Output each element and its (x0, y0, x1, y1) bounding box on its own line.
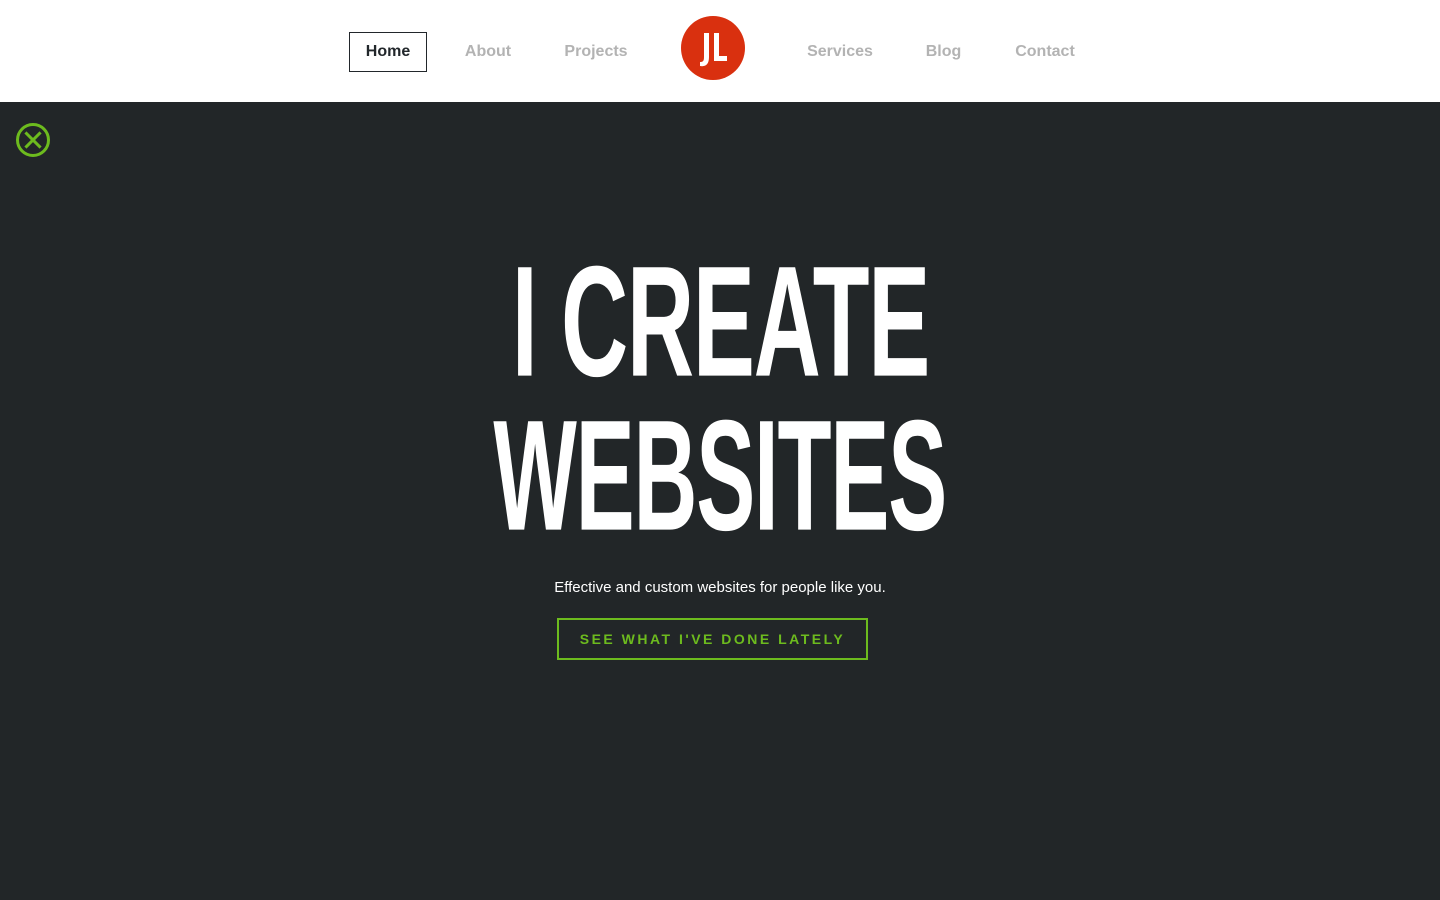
hero-headline-line-1: I CREATE (0, 233, 1440, 409)
hero-headline-line-2: WEBSITES (0, 387, 1440, 563)
nav-projects-link[interactable]: Projects (556, 32, 636, 72)
nav-contact-link[interactable]: Contact (1006, 32, 1084, 72)
nav-services-link[interactable]: Services (799, 32, 881, 72)
see-recent-work-button[interactable]: SEE WHAT I'VE DONE LATELY (557, 618, 868, 660)
nav-about-link[interactable]: About (455, 32, 521, 72)
headline-text-1: I CREATE (511, 232, 929, 410)
jl-logo[interactable] (681, 16, 745, 80)
jl-logo-icon (700, 33, 727, 67)
headline-text-2: WEBSITES (493, 386, 948, 564)
hero-tagline: Effective and custom websites for people… (554, 579, 886, 596)
nav-blog-link[interactable]: Blog (916, 32, 971, 72)
nav-home-link[interactable]: Home (349, 32, 427, 72)
close-circle-icon[interactable] (15, 122, 51, 158)
top-navigation-bar: Home About Projects Services Blog Contac… (0, 0, 1440, 102)
